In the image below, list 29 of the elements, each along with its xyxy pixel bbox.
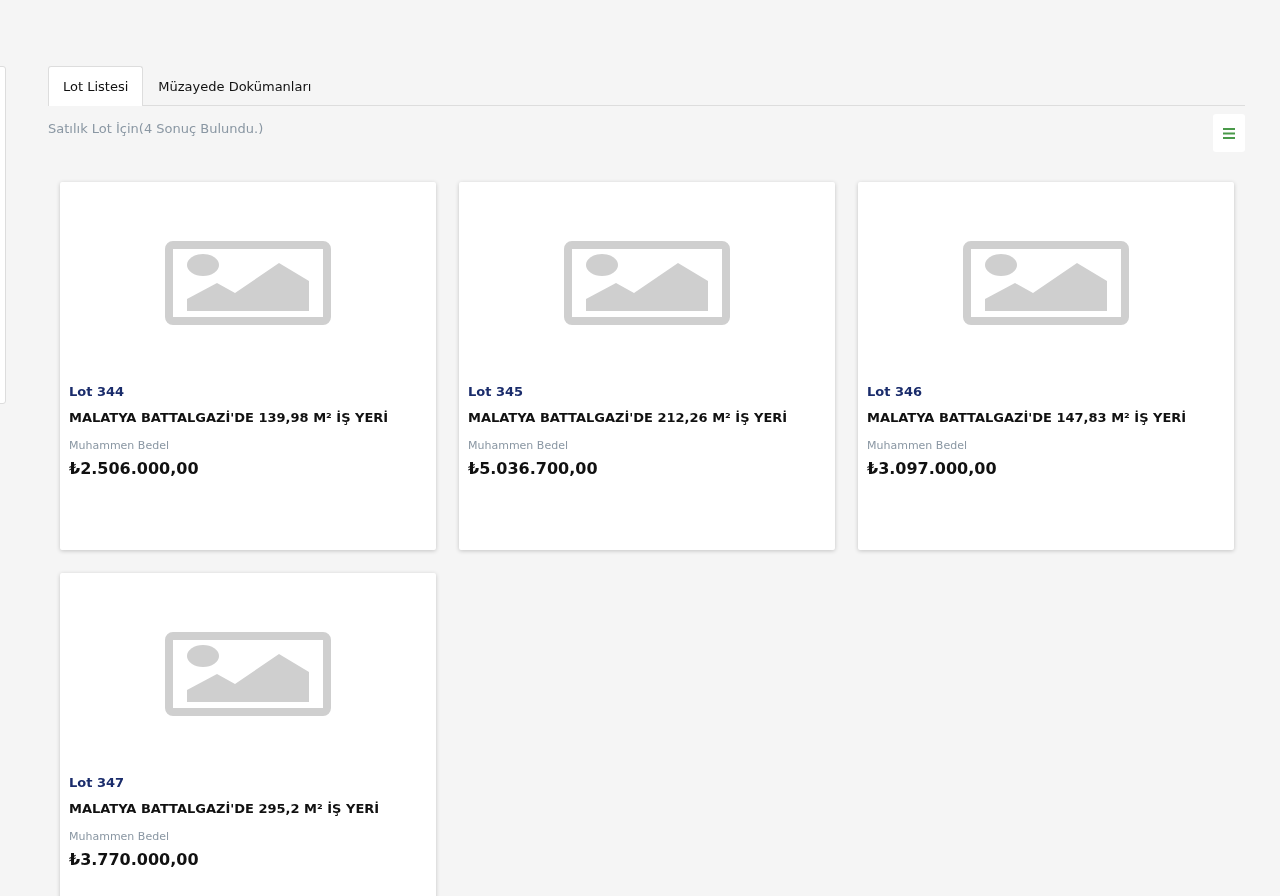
- menu-icon: [1223, 127, 1235, 139]
- image-placeholder-icon: [165, 632, 331, 716]
- price: ₺3.770.000,00: [69, 850, 200, 869]
- price-label: Muhammen Bedel: [468, 439, 569, 452]
- price-label: Muhammen Bedel: [69, 439, 170, 452]
- lot-card[interactable]: Lot 347 MALATYA BATTALGAZİ'DE 295,2 M² İŞ YERİ Muhammen Bedel ₺3.770.000,00: [60, 573, 436, 896]
- image-placeholder-icon: [963, 241, 1129, 325]
- list-view-button[interactable]: [1213, 114, 1245, 152]
- tab[interactable]: Lot Listesi: [48, 66, 144, 106]
- lot-card[interactable]: Lot 346 MALATYA BATTALGAZİ'DE 147,83 M² İŞ YERİ Muhammen Bedel ₺3.097.000,00: [858, 182, 1234, 550]
- lot-card[interactable]: Lot 344 MALATYA BATTALGAZİ'DE 139,98 M² İŞ YERİ Muhammen Bedel ₺2.506.000,00: [60, 182, 436, 550]
- price: ₺2.506.000,00: [69, 459, 200, 478]
- price-label: Muhammen Bedel: [867, 439, 968, 452]
- lot-title: MALATYA BATTALGAZİ'DE 139,98 M² İŞ YERİ: [69, 410, 390, 425]
- lot-title: MALATYA BATTALGAZİ'DE 295,2 M² İŞ YERİ: [69, 801, 381, 816]
- lot-number: Lot 346: [867, 384, 924, 399]
- lot-number: Lot 345: [468, 384, 525, 399]
- price: ₺3.097.000,00: [867, 459, 998, 478]
- lot-title: MALATYA BATTALGAZİ'DE 147,83 M² İŞ YERİ: [867, 410, 1188, 425]
- tab[interactable]: Müzayede Dokümanları: [143, 66, 327, 106]
- lot-number: Lot 347: [69, 775, 126, 790]
- result-summary: Satılık Lot İçin(4 Sonuç Bulundu.): [48, 121, 264, 136]
- lot-title: MALATYA BATTALGAZİ'DE 212,26 M² İŞ YERİ: [468, 410, 789, 425]
- image-placeholder-icon: [564, 241, 730, 325]
- lot-card[interactable]: Lot 345 MALATYA BATTALGAZİ'DE 212,26 M² İŞ YERİ Muhammen Bedel ₺5.036.700,00: [459, 182, 835, 550]
- lot-number: Lot 344: [69, 384, 126, 399]
- price: ₺5.036.700,00: [468, 459, 599, 478]
- price-label: Muhammen Bedel: [69, 830, 170, 843]
- image-placeholder-icon: [165, 241, 331, 325]
